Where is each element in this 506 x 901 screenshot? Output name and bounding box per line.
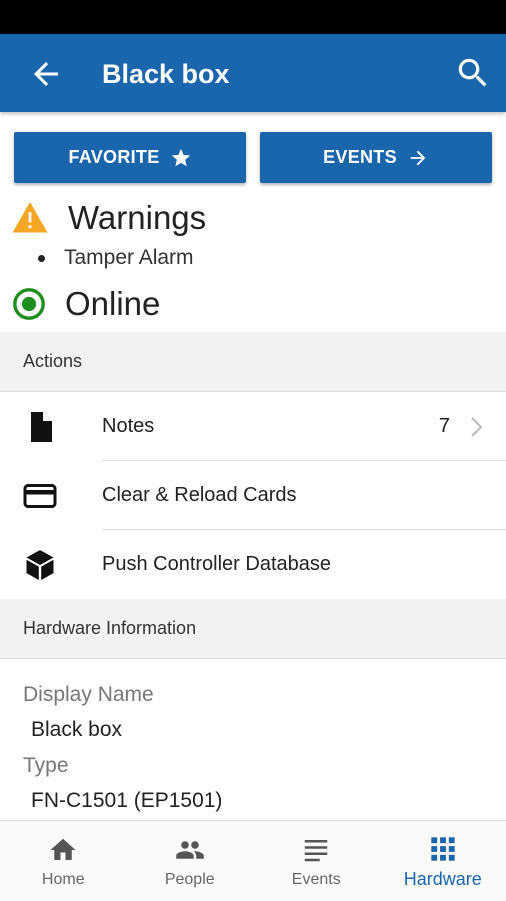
- online-label: Online: [65, 285, 160, 323]
- notes-count: 7: [439, 415, 450, 438]
- grid-icon: [429, 835, 457, 863]
- warnings-title: Warnings: [68, 199, 206, 237]
- action-label: Notes: [102, 415, 154, 438]
- display-name-value: Black box: [31, 718, 122, 742]
- actions-header: Actions: [0, 332, 506, 392]
- arrow-back-icon[interactable]: [28, 56, 64, 92]
- nav-events[interactable]: Events: [253, 821, 380, 901]
- hardware-info-header-label: Hardware Information: [23, 618, 196, 639]
- home-icon: [48, 835, 78, 865]
- type-label: Type: [23, 754, 69, 778]
- actions-header-label: Actions: [23, 351, 82, 372]
- nav-people[interactable]: People: [127, 821, 254, 901]
- warnings-row: Warnings: [12, 196, 206, 240]
- action-label: Clear & Reload Cards: [102, 484, 297, 507]
- hardware-info-header: Hardware Information: [0, 599, 506, 659]
- action-row-push-db[interactable]: Push Controller Database: [0, 530, 506, 599]
- nav-people-label: People: [165, 871, 215, 889]
- favorite-button-label: FAVORITE: [68, 147, 159, 168]
- warning-item: Tamper Alarm: [38, 246, 194, 270]
- favorite-button[interactable]: FAVORITE: [14, 132, 246, 183]
- search-icon[interactable]: [454, 54, 492, 92]
- action-row-notes[interactable]: Notes 7: [0, 392, 506, 461]
- list-icon: [301, 835, 331, 865]
- online-row: Online: [12, 282, 160, 326]
- cube-icon: [22, 547, 58, 583]
- nav-events-label: Events: [292, 871, 341, 889]
- action-label: Push Controller Database: [102, 553, 331, 576]
- warning-item-label: Tamper Alarm: [64, 246, 194, 270]
- warning-icon: [12, 202, 48, 234]
- nav-hardware-label: Hardware: [404, 869, 482, 890]
- document-icon: [22, 409, 58, 445]
- arrow-forward-icon: [407, 147, 429, 169]
- chevron-right-icon: [470, 416, 484, 438]
- action-row-clear-reload[interactable]: Clear & Reload Cards: [0, 461, 506, 530]
- bullet-icon: [38, 255, 45, 262]
- online-radio-icon: [12, 287, 46, 321]
- nav-hardware[interactable]: Hardware: [380, 821, 506, 901]
- star-icon: [170, 147, 192, 169]
- type-value: FN-C1501 (EP1501): [31, 789, 222, 813]
- events-button-label: EVENTS: [323, 147, 397, 168]
- card-icon: [22, 478, 58, 514]
- events-button[interactable]: EVENTS: [260, 132, 492, 183]
- page-title: Black box: [102, 56, 230, 92]
- display-name-label: Display Name: [23, 683, 154, 707]
- bottom-nav: Home People Events Hardware: [0, 820, 506, 901]
- nav-home-label: Home: [42, 871, 85, 889]
- people-icon: [174, 835, 206, 865]
- status-bar: [0, 0, 506, 34]
- nav-home[interactable]: Home: [0, 821, 127, 901]
- app-bar: Black box: [0, 34, 506, 112]
